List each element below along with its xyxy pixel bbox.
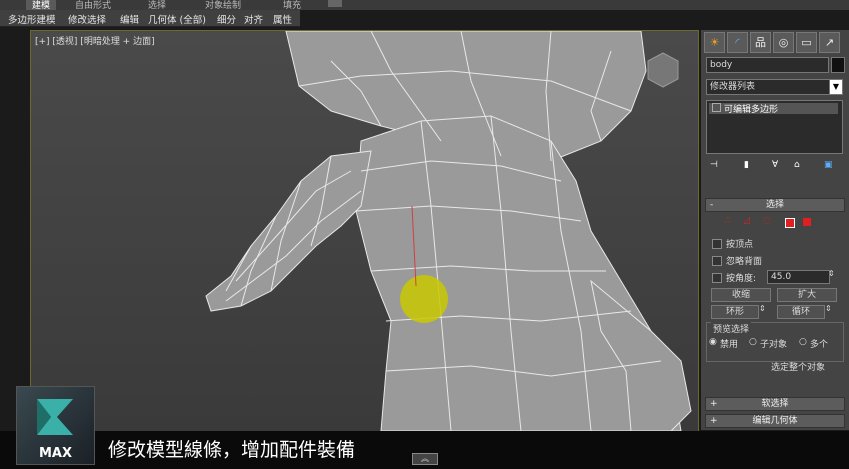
by-angle-label: 按角度: [726,274,757,284]
collapse-chevron-icon[interactable]: ︽ [412,453,438,465]
border-icon[interactable]: ◌ [763,216,771,226]
subtitle-caption: 修改模型線條，增加配件裝備 [108,439,356,461]
create-tab-icon[interactable]: ☀ [704,32,725,53]
ignore-backfacing-checkbox[interactable] [712,256,722,266]
menu-geometry-all[interactable]: 几何体 (全部) [148,12,206,26]
hierarchy-tab-icon[interactable]: 品 [750,32,771,53]
soft-selection-title: 软选择 [761,399,789,409]
make-unique-icon[interactable]: ∀ [772,160,778,170]
subobject-level-row: ∴ ◿ ◌ [721,216,831,230]
max-logo-icon [37,399,73,435]
menu-modify-selection[interactable]: 修改选择 [68,12,106,26]
collapse-icon: - [710,200,714,210]
by-angle-checkbox[interactable] [712,273,722,283]
display-tab-icon[interactable]: ▭ [796,32,817,53]
chevron-down-icon[interactable]: ▼ [829,79,843,95]
ring-button[interactable]: 环形 [711,305,759,319]
selection-rollout-title: 选择 [765,200,784,210]
multi-radio-icon[interactable]: ○ [799,337,807,347]
modify-tab-icon[interactable]: ◜ [727,32,748,53]
viewport-label[interactable]: [+] [透视] [明暗处理 + 边面] [35,34,155,47]
spinner-arrows-icon[interactable]: ⇕ [828,269,835,278]
modifier-stack[interactable]: 可编辑多边形 [706,100,843,154]
selection-rollout-header[interactable]: - 选择 [705,198,845,212]
expand-icon: + [710,416,718,426]
subobject-radio-icon[interactable]: ○ [749,337,757,347]
show-end-result-icon[interactable]: ▮ [744,160,749,170]
character-mesh [205,31,692,431]
expand-icon: + [710,399,718,409]
subobject-radio-label: 子对象 [760,340,788,350]
3dsmax-logo: MAX [16,386,95,465]
loop-button[interactable]: 循环 [777,305,825,319]
polygon-icon[interactable] [785,218,795,228]
soft-selection-rollout-header[interactable]: + 软选择 [705,397,845,411]
grow-button[interactable]: 扩大 [777,288,837,302]
configure-sets-icon[interactable]: ▣ [824,160,833,170]
ignore-backfacing-label: 忽略背面 [726,257,763,267]
utilities-tab-icon[interactable]: ↗ [819,32,840,53]
caption-bar: 修改模型線條，增加配件裝備 ︽ [0,431,849,469]
object-name-field[interactable]: body [706,57,829,73]
command-panel: ☀ ◜ 品 ◎ ▭ ↗ body 修改器列表 ▼ 可编辑多边形 ⊣ ▮ ∀ ⌂ … [701,30,849,430]
by-vertex-label: 按顶点 [726,240,754,250]
stack-item-label: 可编辑多边形 [724,105,779,115]
menu-poly-modeling[interactable]: 多边形建模 [8,12,56,26]
brush-cursor-icon [400,275,448,323]
menu-align[interactable]: 对齐 [244,12,263,26]
vertex-icon[interactable]: ∴ [725,216,731,226]
stack-item[interactable]: 可编辑多边形 [709,103,838,115]
remove-modifier-icon[interactable]: ⌂ [794,160,800,170]
by-vertex-checkbox[interactable] [712,239,722,249]
logo-text: MAX [38,446,73,461]
angle-spinner[interactable]: 45.0 [767,270,830,284]
multi-radio-label: 多个 [810,340,829,350]
loop-spinner-icon[interactable]: ⇕ [825,304,832,313]
modifier-list-dropdown[interactable]: 修改器列表 [706,79,835,95]
edge-icon[interactable]: ◿ [743,216,750,226]
stack-toolbar: ⊣ ▮ ∀ ⌂ ▣ [706,158,842,176]
viewcube-icon [647,52,679,88]
menu-edit[interactable]: 编辑 [120,12,139,26]
shrink-button[interactable]: 收缩 [711,288,771,302]
disabled-radio-icon[interactable]: ◉ [709,337,717,347]
motion-tab-icon[interactable]: ◎ [773,32,794,53]
ribbon-toggle-button[interactable] [328,0,342,7]
preview-selection-title: 预览选择 [711,322,752,335]
expand-icon[interactable] [712,103,721,112]
edit-geometry-rollout-header[interactable]: + 编辑几何体 [705,414,845,428]
perspective-viewport[interactable]: [+] [透视] [明暗处理 + 边面] [30,30,699,432]
menu-subdivision[interactable]: 细分 [217,12,236,26]
element-icon[interactable] [803,218,811,226]
edit-geometry-title: 编辑几何体 [752,416,798,426]
ring-spinner-icon[interactable]: ⇕ [759,304,766,313]
menu-properties[interactable]: 属性 [273,12,292,26]
disabled-radio-label: 禁用 [720,340,739,350]
object-color-swatch[interactable] [831,57,845,73]
pin-stack-icon[interactable]: ⊣ [710,160,718,170]
selection-status: 选定整个对象 [771,363,826,373]
modeling-menu-row: 多边形建模 修改选择 编辑 几何体 (全部) 细分 对齐 属性 [0,10,300,27]
ribbon-tab-strip: 建模 自由形式 选择 对象绘制 填充 [0,0,849,11]
